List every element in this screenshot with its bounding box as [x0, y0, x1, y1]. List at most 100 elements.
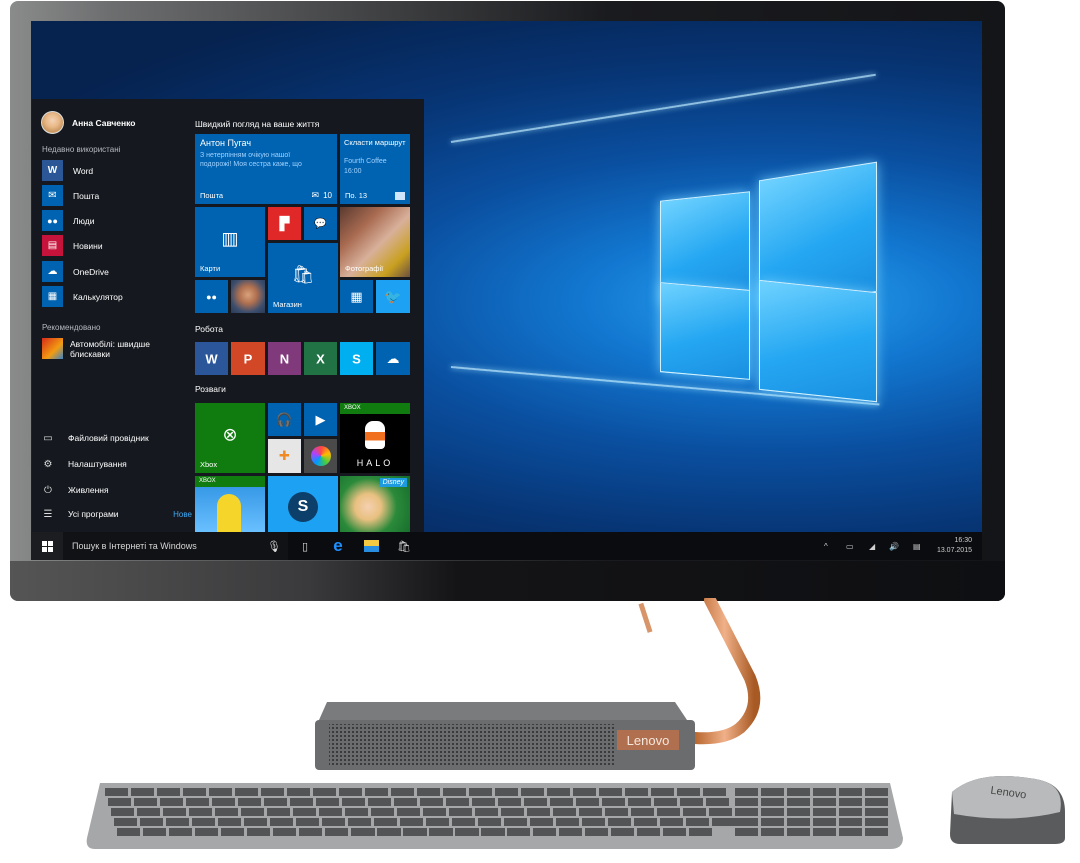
- gear-icon: ⚙: [43, 458, 53, 470]
- clock[interactable]: 16:30 13.07.2015: [937, 536, 972, 556]
- recent-app-people[interactable]: ●● Люди: [42, 210, 94, 231]
- tile-calculator[interactable]: ▦: [340, 280, 373, 313]
- keyboard-key: [166, 818, 189, 826]
- edge-browser-icon[interactable]: e: [327, 532, 349, 560]
- powerpoint-icon: P: [243, 351, 253, 366]
- keyboard-key: [839, 828, 862, 836]
- tile-powerpoint[interactable]: P: [231, 342, 265, 375]
- keyboard-key: [599, 788, 622, 796]
- taskbar: Пошук в Інтернеті та Windows 🎙 ▯ e 🛍 ^ ▭…: [31, 532, 982, 560]
- tile-excel[interactable]: X: [304, 342, 337, 375]
- tile-onedrive[interactable]: ☁: [376, 342, 410, 375]
- mail-count: 10: [323, 191, 332, 200]
- all-apps-item[interactable]: ☰ Усі програми Нове: [42, 506, 192, 522]
- xbox-badge: XBOX: [340, 403, 410, 414]
- keyboard-key: [501, 808, 524, 816]
- avatar: [41, 111, 64, 134]
- keyboard-key: [761, 798, 784, 806]
- tile-mail[interactable]: Антон Пугач З нетерпінням очікую нашої п…: [195, 134, 337, 204]
- keyboard-key: [163, 808, 186, 816]
- tile-maps[interactable]: ▥ Карти: [195, 207, 265, 277]
- user-account[interactable]: Анна Савченко: [41, 111, 136, 134]
- tile-word[interactable]: W: [195, 342, 228, 375]
- task-view-icon[interactable]: ▯: [294, 532, 316, 560]
- map-icon: ▥: [221, 228, 239, 248]
- file-explorer-icon[interactable]: [360, 532, 382, 560]
- power-item[interactable]: ⏻ Живлення: [42, 482, 109, 498]
- show-hidden-icons[interactable]: ^: [824, 532, 828, 560]
- tile-skype[interactable]: S: [340, 342, 373, 375]
- search-box[interactable]: Пошук в Інтернеті та Windows: [63, 532, 288, 560]
- keyboard-key: [475, 808, 498, 816]
- keyboard-key: [865, 818, 888, 826]
- tile-xbox[interactable]: ⊗ Xbox: [195, 403, 265, 473]
- settings-item[interactable]: ⚙ Налаштування: [42, 456, 127, 472]
- volume-icon[interactable]: 🔊: [889, 532, 899, 560]
- recent-app-word[interactable]: W Word: [42, 160, 93, 181]
- search-placeholder: Пошук в Інтернеті та Windows: [72, 541, 197, 551]
- tile-movies-tv[interactable]: ▶: [304, 403, 337, 436]
- tile-groove-music[interactable]: 🎧: [268, 403, 301, 436]
- keyboard-key: [605, 808, 628, 816]
- tile-frozen-free-fall[interactable]: Disney: [340, 476, 410, 532]
- tile-picsart[interactable]: [304, 439, 337, 473]
- tile-people[interactable]: ●●: [195, 280, 228, 313]
- calculator-icon: ▦: [350, 288, 363, 304]
- tile-tunein[interactable]: ✚: [268, 439, 301, 473]
- battery-icon[interactable]: ▭: [846, 532, 854, 560]
- keyboard-key: [377, 828, 401, 836]
- power-icon: ⏻: [44, 484, 52, 496]
- messaging-icon: 💬: [314, 218, 327, 229]
- tile-photos[interactable]: Фотографії: [340, 207, 410, 277]
- recent-app-mail[interactable]: ✉ Пошта: [42, 185, 99, 206]
- keyboard-key: [761, 808, 784, 816]
- recommended-app[interactable]: Автомобілі: швидше блискавки: [42, 338, 192, 359]
- mail-preview: З нетерпінням очікую нашої подорожі! Моя…: [200, 152, 302, 168]
- keyboard-key: [761, 828, 784, 836]
- store-icon[interactable]: 🛍: [393, 532, 415, 560]
- tile-shazam[interactable]: S: [268, 476, 338, 532]
- tile-contact-photo[interactable]: [231, 280, 265, 313]
- keyboard-key: [299, 828, 322, 836]
- keyboard-key: [735, 788, 758, 796]
- recent-section-label: Недавно використані: [42, 145, 121, 154]
- tile-store[interactable]: 🛍 Магазин: [268, 243, 338, 313]
- tile-flipboard[interactable]: ▛: [268, 207, 301, 240]
- people-icon: ●●: [206, 291, 217, 302]
- keyboard: [86, 783, 903, 849]
- keyboard-key: [215, 808, 238, 816]
- spartan-helmet-icon: [365, 421, 385, 449]
- tile-twitter[interactable]: 🐦: [376, 280, 410, 313]
- file-explorer-item[interactable]: ▭ Файловий провідник: [42, 430, 148, 446]
- recent-app-onedrive[interactable]: ☁ OneDrive: [42, 261, 109, 282]
- tile-onenote[interactable]: N: [268, 342, 301, 375]
- keyboard-key: [221, 828, 244, 836]
- excel-icon: X: [316, 351, 325, 366]
- action-center-icon[interactable]: ▤: [913, 532, 921, 560]
- recent-app-news[interactable]: ▤ Новини: [42, 235, 103, 256]
- tile-minion-rush[interactable]: XBOX: [195, 476, 265, 532]
- keyboard-key: [351, 828, 375, 836]
- tile-label: По. 13: [345, 191, 368, 200]
- microphone-icon[interactable]: 🎙: [263, 532, 285, 560]
- keyboard-key: [533, 828, 556, 836]
- group-title-work: Робота: [195, 324, 223, 334]
- keyboard-key: [761, 818, 784, 826]
- keyboard-key: [735, 818, 758, 826]
- wifi-icon[interactable]: ◢: [869, 532, 875, 560]
- disney-logo: Disney: [379, 478, 407, 487]
- keyboard-key: [657, 808, 680, 816]
- keyboard-key: [628, 798, 651, 806]
- keyboard-key: [391, 788, 414, 796]
- keyboard-key: [472, 798, 495, 806]
- tile-calendar[interactable]: Скласти маршрут Fourth Coffee 16:00 По. …: [340, 134, 410, 204]
- keyboard-key: [478, 818, 501, 826]
- start-button[interactable]: [31, 532, 63, 560]
- keyboard-key: [556, 818, 579, 826]
- calendar-event-location: Fourth Coffee: [344, 158, 387, 165]
- tile-messaging[interactable]: 💬: [304, 207, 337, 240]
- keyboard-key: [507, 828, 530, 836]
- tile-halo[interactable]: XBOX HALO: [340, 403, 410, 473]
- keyboard-key: [582, 818, 605, 826]
- recent-app-calculator[interactable]: ▦ Калькулятор: [42, 286, 123, 307]
